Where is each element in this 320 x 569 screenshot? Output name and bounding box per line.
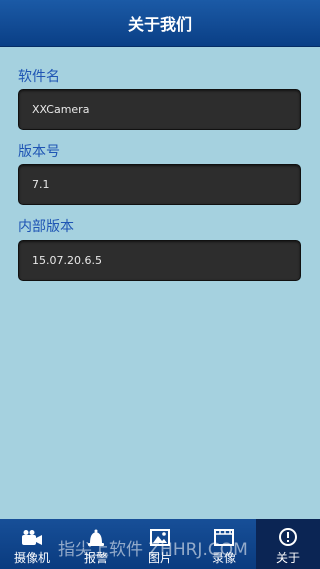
info-icon bbox=[279, 528, 297, 546]
picture-icon bbox=[150, 529, 170, 546]
tab-label: 图片 bbox=[147, 551, 172, 565]
build-label: 内部版本 bbox=[18, 219, 74, 235]
tab-label: 关于 bbox=[275, 551, 300, 565]
software-name-field: XXCamera bbox=[18, 89, 301, 130]
tab-label: 录像 bbox=[211, 551, 236, 565]
version-label: 版本号 bbox=[18, 144, 60, 160]
tab-pictures[interactable]: 图片 bbox=[128, 519, 192, 569]
alarm-icon bbox=[88, 529, 104, 546]
camera-icon bbox=[22, 530, 42, 545]
tab-label: 报警 bbox=[83, 551, 108, 565]
tab-camera[interactable]: 摄像机 bbox=[0, 519, 64, 569]
video-icon bbox=[214, 529, 234, 546]
build-value: 15.07.20.6.5 bbox=[32, 254, 102, 267]
version-value: 7.1 bbox=[32, 178, 50, 191]
page-title: 关于我们 bbox=[127, 15, 192, 34]
tab-alarm[interactable]: 报警 bbox=[64, 519, 128, 569]
tab-label: 摄像机 bbox=[13, 551, 50, 565]
bottom-tab-bar: 摄像机 报警 图片 录像 关于 bbox=[0, 519, 320, 569]
version-field: 7.1 bbox=[18, 164, 301, 205]
tab-recordings[interactable]: 录像 bbox=[192, 519, 256, 569]
software-name-label: 软件名 bbox=[18, 69, 60, 85]
build-field: 15.07.20.6.5 bbox=[18, 240, 301, 281]
software-name-value: XXCamera bbox=[32, 103, 90, 116]
header-bar: 关于我们 bbox=[0, 0, 320, 47]
tab-about[interactable]: 关于 bbox=[256, 519, 320, 569]
